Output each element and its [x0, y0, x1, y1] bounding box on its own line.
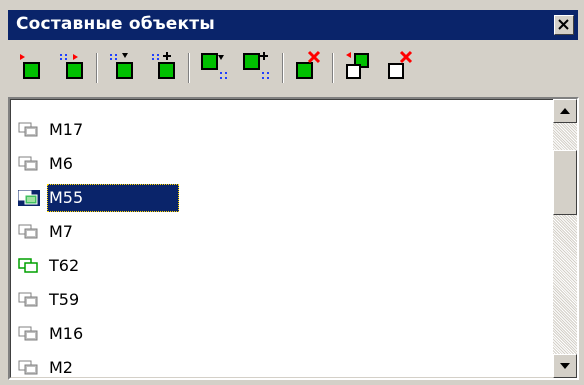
add-after-icon: [110, 53, 133, 79]
move-down-multiple-button[interactable]: [56, 49, 90, 85]
toolbar-separator: [188, 53, 190, 83]
composite-object-icon: [18, 292, 38, 307]
list-item-label: M6: [49, 154, 73, 173]
objects-list[interactable]: M17 M6 M55 M7 T62 T59 M16 M2: [8, 97, 579, 380]
ungroup-icon: [346, 52, 369, 79]
composite-objects-panel: Составные объекты M17 M6 M55 M7 T62 T59 …: [0, 0, 584, 385]
ungroup-button[interactable]: [342, 49, 376, 85]
toolbar-separator: [282, 53, 284, 83]
add-plus-button[interactable]: [148, 49, 182, 85]
close-button[interactable]: [554, 15, 574, 35]
add-plus-icon: [152, 52, 175, 79]
remove-outline-button[interactable]: [384, 49, 418, 85]
list-item-label: M55: [47, 184, 180, 212]
scroll-down-button[interactable]: [553, 354, 577, 378]
list-item-label: M7: [49, 222, 73, 241]
composite-object-icon: [18, 122, 38, 137]
toolbar-separator: [96, 53, 98, 83]
panel-title: Составные объекты: [16, 14, 215, 34]
list-item[interactable]: M16: [18, 320, 89, 348]
scroll-up-button[interactable]: [553, 99, 577, 123]
list-item[interactable]: M7: [18, 218, 79, 246]
composite-object-icon: [18, 326, 38, 341]
list-item-selected[interactable]: M55: [18, 184, 180, 212]
list-item-label: M17: [49, 120, 84, 139]
toolbar-separator: [332, 53, 334, 83]
list-item[interactable]: T62: [18, 252, 85, 280]
group-arrow-button[interactable]: [198, 49, 232, 85]
list-item-label: T59: [49, 290, 80, 309]
list-item[interactable]: M6: [18, 150, 79, 178]
arrow-up-icon: [560, 108, 570, 114]
composite-object-icon: [18, 360, 38, 375]
composite-object-icon: [18, 224, 38, 239]
list-item[interactable]: M17: [18, 116, 89, 144]
vertical-scrollbar[interactable]: [553, 99, 577, 378]
arrow-down-icon: [560, 363, 570, 369]
list-item-label: M16: [49, 324, 84, 343]
scroll-thumb[interactable]: [553, 150, 577, 215]
toolbar: [8, 45, 578, 89]
group-plus-button[interactable]: [240, 49, 274, 85]
move-down-icon: [20, 54, 40, 79]
remove-outline-icon: [388, 50, 413, 79]
objects-list-area: M17 M6 M55 M7 T62 T59 M16 M2: [10, 99, 553, 378]
list-item[interactable]: M2: [18, 354, 79, 377]
list-item-label: T62: [49, 256, 80, 275]
group-arrow-icon: [201, 53, 227, 79]
composite-object-icon: [18, 156, 38, 171]
delete-object-button[interactable]: [292, 49, 326, 85]
list-item-label: M2: [49, 358, 73, 377]
group-plus-icon: [243, 52, 269, 79]
move-down-multiple-icon: [60, 54, 83, 79]
title-bar[interactable]: Составные объекты: [8, 10, 578, 40]
close-icon: [558, 19, 569, 30]
list-item[interactable]: T59: [18, 286, 85, 314]
composite-object-green-icon: [18, 258, 38, 273]
add-after-button[interactable]: [106, 49, 140, 85]
composite-object-icon: [18, 190, 40, 206]
delete-object-icon: [296, 50, 321, 79]
move-down-button[interactable]: [14, 49, 48, 85]
